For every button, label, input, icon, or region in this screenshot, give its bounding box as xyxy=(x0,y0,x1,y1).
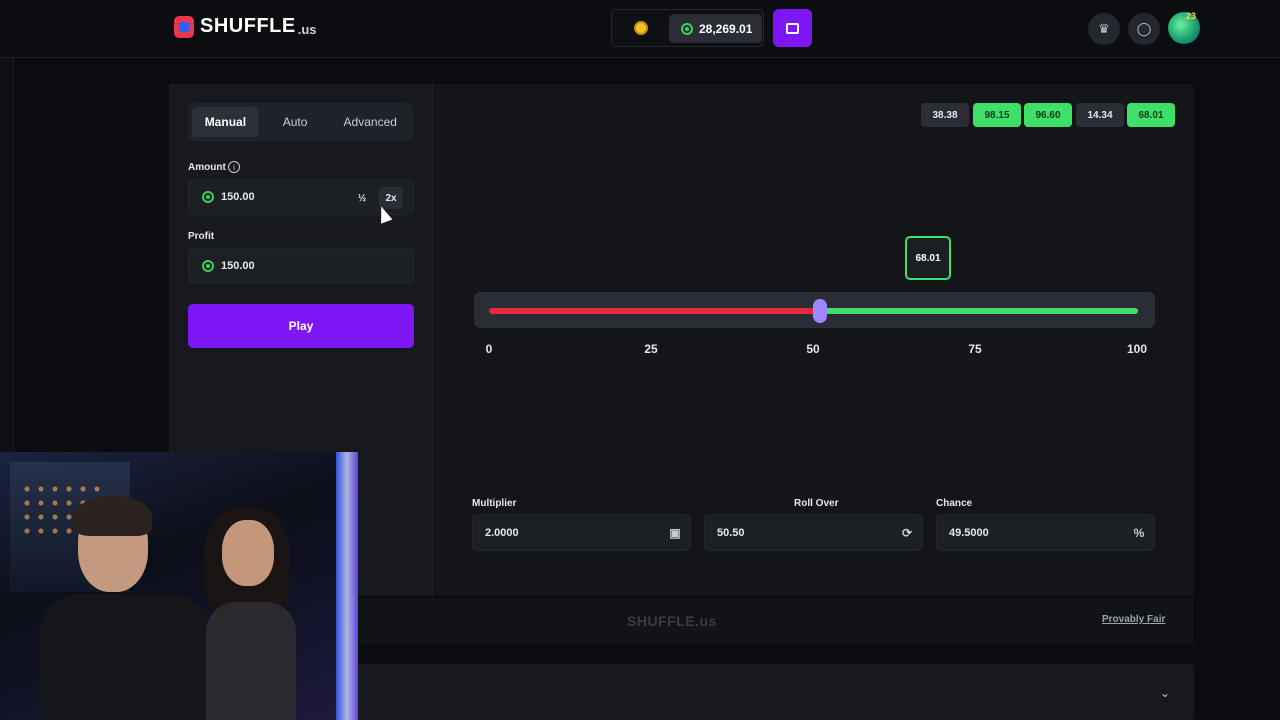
slider-tick: 75 xyxy=(968,342,982,356)
profit-field: 150.00 xyxy=(188,248,414,284)
wallet-selector[interactable]: 28,269.01 xyxy=(611,9,764,47)
logo[interactable]: SHUFFLE .us xyxy=(174,15,317,38)
top-bar: SHUFFLE .us 28,269.01 ♛ ◯ 23 xyxy=(0,0,1280,58)
currency-icon xyxy=(202,260,214,272)
crown-icon: ♛ xyxy=(1098,21,1110,36)
wallet-icon xyxy=(786,22,799,34)
rollover-value: 50.50 xyxy=(717,526,745,539)
tab-advanced[interactable]: Advanced xyxy=(331,107,409,137)
logo-text: SHUFFLE xyxy=(200,15,296,37)
crown-button[interactable]: ♛ xyxy=(1088,13,1120,45)
balance-value: 28,269.01 xyxy=(699,21,753,36)
webcam-overlay xyxy=(0,452,358,720)
slider-lose-zone xyxy=(489,308,820,314)
history-item[interactable]: 68.01 xyxy=(1127,103,1175,127)
history-item[interactable]: 14.34 xyxy=(1076,103,1124,127)
multiplier-icon: ▣ xyxy=(669,526,681,540)
chance-input[interactable]: 49.5000 % xyxy=(936,514,1155,551)
play-button[interactable]: Play xyxy=(188,304,414,348)
currency-icon xyxy=(202,191,214,203)
chat-icon: ◯ xyxy=(1136,21,1152,36)
slider-handle[interactable] xyxy=(813,299,827,323)
info-icon[interactable]: i xyxy=(228,161,240,173)
multiplier-value: 2.0000 xyxy=(485,526,519,539)
profit-label: Profit xyxy=(188,231,215,242)
wallet-button[interactable] xyxy=(773,9,812,47)
slider-tick: 25 xyxy=(644,342,658,356)
footer-logo: SHUFFLE.us xyxy=(627,613,717,629)
profit-value: 150.00 xyxy=(221,260,255,272)
tab-auto[interactable]: Auto xyxy=(263,107,328,137)
logo-mark-icon xyxy=(174,15,194,38)
tab-manual[interactable]: Manual xyxy=(192,107,259,137)
multiplier-label: Multiplier xyxy=(472,498,517,509)
logo-tld: .us xyxy=(297,22,317,37)
chat-button[interactable]: ◯ xyxy=(1128,13,1160,45)
streamer-1 xyxy=(40,496,210,720)
coin-icon[interactable] xyxy=(634,21,648,35)
provably-fair-link[interactable]: Provably Fair xyxy=(1102,614,1165,625)
chance-label: Chance xyxy=(936,498,973,509)
amount-value: 150.00 xyxy=(221,191,255,203)
slider-tick: 100 xyxy=(1126,342,1148,356)
rollover-label: Roll Over xyxy=(794,498,839,509)
multiplier-input[interactable]: 2.0000 ▣ xyxy=(472,514,691,551)
slider-tick: 50 xyxy=(806,342,820,356)
slider-tick: 0 xyxy=(485,342,493,356)
swap-icon[interactable]: ⟳ xyxy=(900,526,914,540)
percent-icon: % xyxy=(1133,526,1145,540)
slider-win-zone xyxy=(820,308,1138,314)
mode-tabs: Manual Auto Advanced xyxy=(188,103,413,141)
balance-display[interactable]: 28,269.01 xyxy=(669,14,762,43)
chance-value: 49.5000 xyxy=(949,526,989,539)
chevron-down-icon[interactable]: ⌄ xyxy=(1160,686,1170,700)
result-marker: 68.01 xyxy=(905,236,951,280)
history-item[interactable]: 98.15 xyxy=(973,103,1021,127)
half-button[interactable]: ½ xyxy=(351,187,373,209)
history-item[interactable]: 38.38 xyxy=(921,103,969,127)
history-item[interactable]: 96.60 xyxy=(1024,103,1072,127)
amount-label: Amount xyxy=(188,162,226,173)
rollover-input[interactable]: 50.50 ⟳ xyxy=(704,514,923,551)
webcam-neon-light xyxy=(336,452,358,720)
streamer-2 xyxy=(200,506,320,720)
currency-icon xyxy=(681,22,693,35)
level-badge: 23 xyxy=(1186,11,1197,21)
